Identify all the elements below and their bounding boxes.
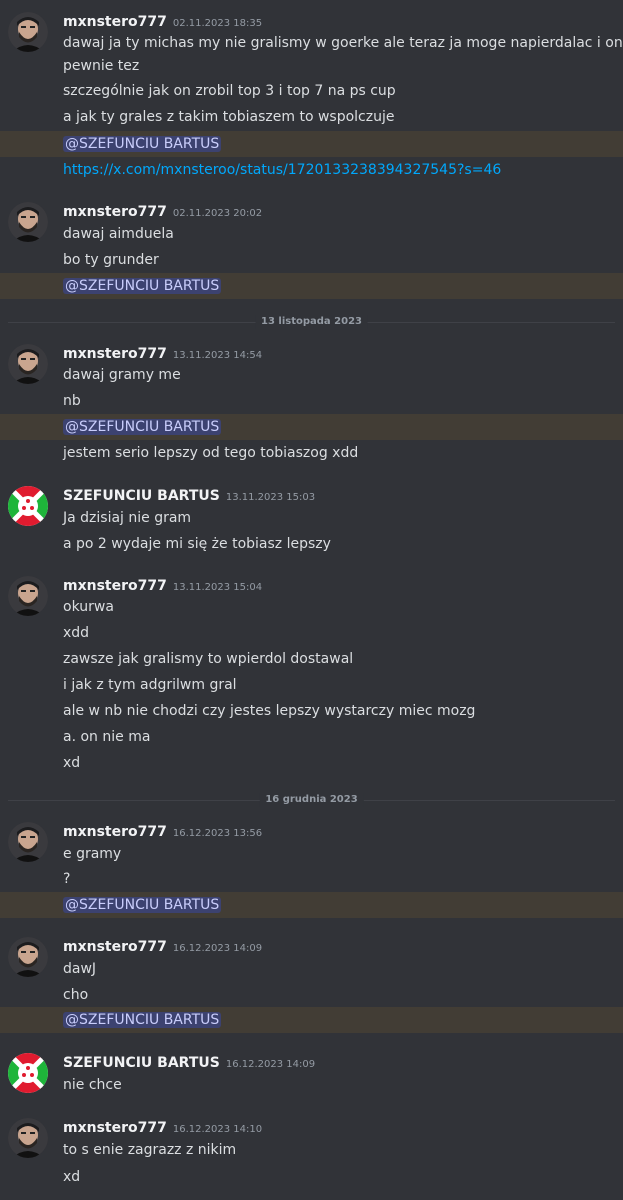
message-header: mxnstero777 02.11.2023 20:02 <box>63 201 262 220</box>
message-mention-highlight: @SZEFUNCIU BARTUS <box>0 131 623 157</box>
message-header: SZEFUNCIU BARTUS 13.11.2023 15:03 <box>63 485 315 504</box>
message: https://x.com/mxnsteroo/status/172013323… <box>0 157 623 183</box>
message: a jak ty grales z takim tobiaszem to wsp… <box>0 104 623 130</box>
message-header: mxnstero777 13.11.2023 14:54 <box>63 343 262 362</box>
message: a po 2 wydaje mi się że tobiasz lepszy <box>0 531 623 557</box>
message-header: mxnstero777 16.12.2023 13:56 <box>63 821 262 840</box>
author-name[interactable]: mxnstero777 <box>63 204 167 220</box>
message: a. on nie ma <box>0 724 623 750</box>
message: e gramy <box>0 841 623 867</box>
author-name[interactable]: mxnstero777 <box>63 346 167 362</box>
message-continuation: pewnie tez <box>0 53 623 79</box>
message-text: dawaj aimduela <box>63 226 174 242</box>
timestamp: 13.11.2023 14:54 <box>172 350 263 361</box>
message: ? <box>0 866 623 892</box>
message-header: mxnstero777 02.11.2023 18:35 <box>63 11 262 30</box>
message-text: szczególnie jak on zrobil top 3 i top 7 … <box>63 83 396 99</box>
message: jestem serio lepszy od tego tobiaszog xd… <box>0 440 623 466</box>
message-text: ale w nb nie chodzi czy jestes lepszy wy… <box>63 703 476 719</box>
author-name[interactable]: SZEFUNCIU BARTUS <box>63 488 220 504</box>
timestamp: 16.12.2023 14:09 <box>225 1059 316 1070</box>
author-name[interactable]: mxnstero777 <box>63 578 167 594</box>
timestamp: 13.11.2023 15:03 <box>225 492 316 503</box>
author-name[interactable]: SZEFUNCIU BARTUS <box>63 1055 220 1071</box>
message-mention-highlight: @SZEFUNCIU BARTUS <box>0 1007 623 1033</box>
timestamp: 16.12.2023 14:10 <box>172 1124 263 1135</box>
message-text: a. on nie ma <box>63 729 151 745</box>
author-name[interactable]: mxnstero777 <box>63 1120 167 1136</box>
message: bo ty grunder <box>0 247 623 273</box>
message: okurwa <box>0 594 623 620</box>
timestamp: 16.12.2023 13:56 <box>172 828 263 839</box>
date-divider: 16 grudnia 2023 <box>8 793 615 807</box>
message-text: dawaj gramy me <box>63 367 181 383</box>
message-text: xd <box>63 755 81 771</box>
message-header: mxnstero777 16.12.2023 14:09 <box>63 936 262 955</box>
timestamp: 02.11.2023 18:35 <box>172 18 263 29</box>
timestamp: 16.12.2023 14:09 <box>172 943 263 954</box>
message: dawaj gramy me <box>0 362 623 388</box>
message: nie chce <box>0 1072 623 1098</box>
message-text: cho <box>63 987 89 1003</box>
user-mention[interactable]: @SZEFUNCIU BARTUS <box>63 419 222 435</box>
user-mention[interactable]: @SZEFUNCIU BARTUS <box>63 897 222 913</box>
message-text: dawJ <box>63 961 97 977</box>
message-header: mxnstero777 16.12.2023 14:10 <box>63 1117 262 1136</box>
message-text: to s enie zagrazz z nikim <box>63 1142 237 1158</box>
message-text: Ja dzisiaj nie gram <box>63 510 192 526</box>
timestamp: 02.11.2023 20:02 <box>172 208 263 219</box>
date-divider-label: 13 listopada 2023 <box>255 315 368 329</box>
message: xdd <box>0 620 623 646</box>
user-mention[interactable]: @SZEFUNCIU BARTUS <box>63 278 222 294</box>
message: cho <box>0 982 623 1008</box>
message-text: okurwa <box>63 599 114 615</box>
message: ale w nb nie chodzi czy jestes lepszy wy… <box>0 698 623 724</box>
message-text: e gramy <box>63 846 122 862</box>
message-text: pewnie tez <box>63 58 140 74</box>
message: zawsze jak gralismy to wpierdol dostawal <box>0 646 623 672</box>
message-header: SZEFUNCIU BARTUS 16.12.2023 14:09 <box>63 1052 315 1071</box>
message: szczególnie jak on zrobil top 3 i top 7 … <box>0 78 623 104</box>
message-mention-highlight: @SZEFUNCIU BARTUS <box>0 273 623 299</box>
message: xd <box>0 1164 623 1190</box>
user-mention[interactable]: @SZEFUNCIU BARTUS <box>63 136 222 152</box>
message-text: jestem serio lepszy od tego tobiaszog xd… <box>63 445 359 461</box>
author-name[interactable]: mxnstero777 <box>63 14 167 30</box>
message: Ja dzisiaj nie gram <box>0 505 623 531</box>
message: xd <box>0 750 623 776</box>
message-text: zawsze jak gralismy to wpierdol dostawal <box>63 651 354 667</box>
message: i jak z tym adgrilwm gral <box>0 672 623 698</box>
author-name[interactable]: mxnstero777 <box>63 824 167 840</box>
message: to s enie zagrazz z nikim <box>0 1137 623 1163</box>
message-text: i jak z tym adgrilwm gral <box>63 677 237 693</box>
author-name[interactable]: mxnstero777 <box>63 939 167 955</box>
user-mention[interactable]: @SZEFUNCIU BARTUS <box>63 1012 222 1028</box>
message-text: xdd <box>63 625 90 641</box>
message-text: ? <box>63 871 71 887</box>
message: nb <box>0 388 623 414</box>
message-text: nie chce <box>63 1077 122 1093</box>
message-mention-highlight: @SZEFUNCIU BARTUS <box>0 892 623 918</box>
message-text: a jak ty grales z takim tobiaszem to wsp… <box>63 109 395 125</box>
message-text: nb <box>63 393 81 409</box>
message: dawJ <box>0 956 623 982</box>
message-mention-highlight: @SZEFUNCIU BARTUS <box>0 414 623 440</box>
message-link[interactable]: https://x.com/mxnsteroo/status/172013323… <box>63 162 501 178</box>
message: dawaj aimduela <box>0 221 623 247</box>
date-divider: 13 listopada 2023 <box>8 315 615 329</box>
chat-messages: mxnstero777 02.11.2023 18:35 dawaj ja ty … <box>0 0 623 1200</box>
message-header: mxnstero777 13.11.2023 15:04 <box>63 575 262 594</box>
message-text: bo ty grunder <box>63 252 159 268</box>
message-text: xd <box>63 1169 81 1185</box>
message-text: a po 2 wydaje mi się że tobiasz lepszy <box>63 536 331 552</box>
date-divider-label: 16 grudnia 2023 <box>259 793 364 807</box>
timestamp: 13.11.2023 15:04 <box>172 582 263 593</box>
